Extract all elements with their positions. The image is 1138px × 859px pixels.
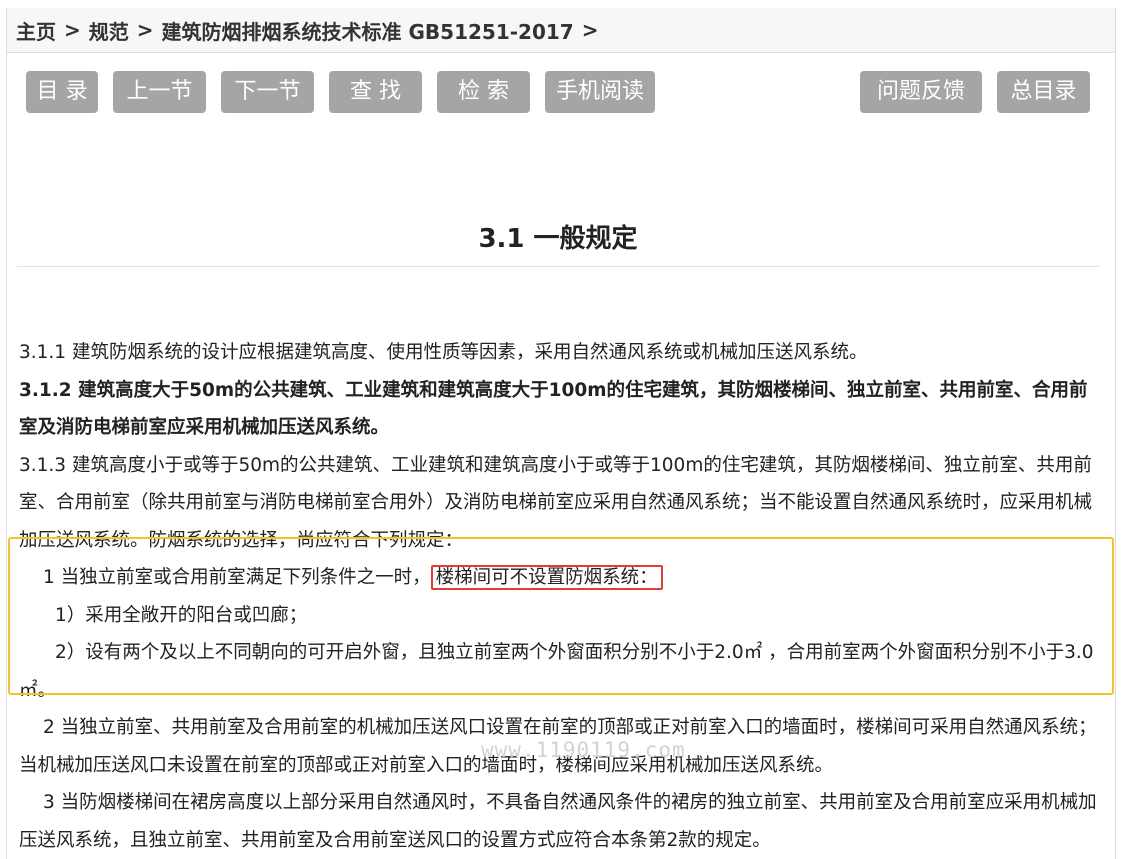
breadcrumb-separator: > bbox=[136, 18, 154, 42]
contents-button[interactable]: 目 录 bbox=[26, 71, 98, 113]
article-content: 3.1.1 建筑防烟系统的设计应根据建筑高度、使用性质等因素，采用自然通风系统或… bbox=[19, 334, 1101, 859]
next-section-button[interactable]: 下一节 bbox=[221, 71, 314, 113]
breadcrumb-standard-link[interactable]: 建筑防烟排烟系统技术标准 GB51251-2017 bbox=[162, 16, 574, 45]
mobile-reading-button[interactable]: 手机阅读 bbox=[545, 71, 655, 113]
clause-3-1-3-item-1: 1 当独立前室或合用前室满足下列条件之一时， 楼梯间可不设置防烟系统： bbox=[19, 559, 1101, 597]
search-button[interactable]: 检 索 bbox=[437, 71, 530, 113]
title-divider bbox=[17, 266, 1099, 267]
clause-3-1-1: 3.1.1 建筑防烟系统的设计应根据建筑高度、使用性质等因素，采用自然通风系统或… bbox=[19, 342, 868, 363]
breadcrumb-spec-link[interactable]: 规范 bbox=[89, 16, 129, 45]
clause-3-1-2: 3.1.2 建筑高度大于50m的公共建筑、工业建筑和建筑高度大于100m的住宅建… bbox=[19, 379, 1088, 439]
breadcrumb: 主页 > 规范 > 建筑防烟排烟系统技术标准 GB51251-2017 > bbox=[7, 8, 1115, 53]
breadcrumb-separator: > bbox=[64, 18, 81, 42]
page-frame: 主页 > 规范 > 建筑防烟排烟系统技术标准 GB51251-2017 > 目 … bbox=[6, 8, 1116, 859]
clause-3-1-3-item-1-1: 1）采用全敞开的阳台或凹廊； bbox=[55, 604, 308, 626]
clause-3-1-3: 3.1.3 建筑高度小于或等于50m的公共建筑、工业建筑和建筑高度小于或等于10… bbox=[19, 454, 1093, 551]
clause-3-1-3-item-1-2: 2）设有两个及以上不同朝向的可开启外窗，且独立前室两个外窗面积分别不小于2.0㎡… bbox=[19, 642, 1094, 701]
highlighted-phrase: 楼梯间可不设置防烟系统： bbox=[430, 565, 663, 590]
item-1-text: 1 当独立前室或合用前室满足下列条件之一时， bbox=[43, 567, 431, 588]
clause-3-1-3-item-2: 2 当独立前室、共用前室及合用前室的机械加压送风口设置在前室的顶部或正对前室入口… bbox=[19, 717, 1097, 776]
toolbar: 目 录 上一节 下一节 查 找 检 索 手机阅读 问题反馈 总目录 bbox=[7, 71, 1115, 113]
feedback-button[interactable]: 问题反馈 bbox=[860, 71, 982, 113]
breadcrumb-home-link[interactable]: 主页 bbox=[16, 16, 56, 45]
breadcrumb-separator: > bbox=[581, 18, 599, 42]
find-button[interactable]: 查 找 bbox=[329, 71, 422, 113]
master-index-button[interactable]: 总目录 bbox=[997, 71, 1090, 113]
section-title: 3.1 一般规定 bbox=[478, 224, 638, 254]
prev-section-button[interactable]: 上一节 bbox=[113, 71, 206, 113]
clause-3-1-3-item-3: 3 当防烟楼梯间在裙房高度以上部分采用自然通风时，不具备自然通风条件的裙房的独立… bbox=[19, 792, 1097, 851]
